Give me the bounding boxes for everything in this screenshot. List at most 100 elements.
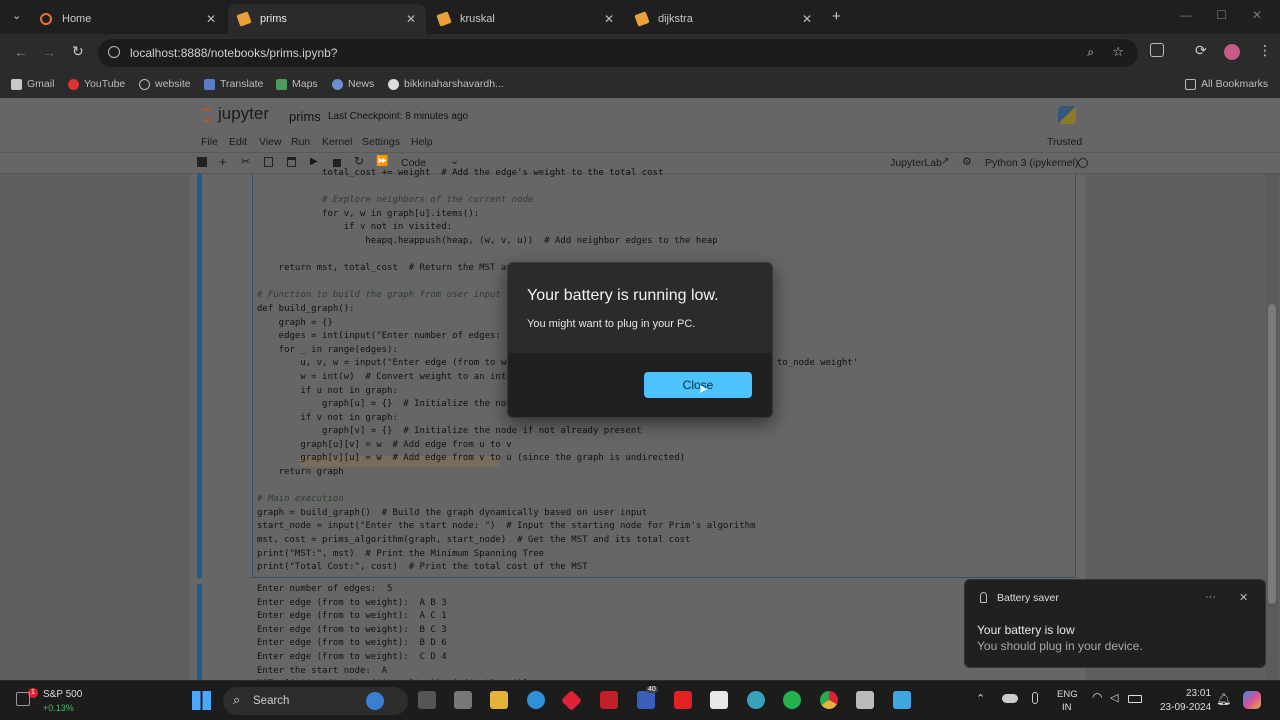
bookmarks-bar: Gmail YouTube website Translate Maps New… bbox=[0, 72, 1280, 98]
reload-icon[interactable]: ↻ bbox=[72, 43, 84, 60]
store-icon[interactable] bbox=[454, 691, 472, 709]
save-icon[interactable] bbox=[197, 157, 207, 167]
chrome-icon[interactable] bbox=[820, 691, 838, 709]
start-icon[interactable] bbox=[192, 691, 211, 710]
battery-icon[interactable] bbox=[1128, 695, 1142, 703]
toast-close-icon[interactable]: ✕ bbox=[1239, 591, 1248, 604]
restart-icon[interactable]: ↻ bbox=[354, 154, 364, 168]
all-bookmarks[interactable]: All Bookmarks bbox=[1185, 78, 1268, 90]
jupyter-tab-icon bbox=[40, 13, 52, 25]
window-close-icon[interactable]: ✕ bbox=[1252, 8, 1262, 22]
notebook-name[interactable]: prims bbox=[289, 109, 321, 124]
app-teal-icon[interactable] bbox=[747, 691, 765, 709]
chevron-down-icon[interactable]: ⌄ bbox=[450, 154, 459, 167]
cell-active-bar[interactable] bbox=[197, 174, 202, 578]
app-gray-icon[interactable] bbox=[856, 691, 874, 709]
file-explorer-icon[interactable] bbox=[490, 691, 508, 709]
tab-close-icon[interactable]: ✕ bbox=[604, 12, 614, 26]
code-line: return graph bbox=[257, 467, 344, 478]
menu-edit[interactable]: Edit bbox=[229, 136, 247, 148]
edge-icon[interactable] bbox=[527, 691, 545, 709]
minimize-icon[interactable]: — bbox=[1180, 8, 1192, 22]
volume-icon[interactable]: ◁ bbox=[1110, 691, 1118, 704]
back-icon[interactable]: ← bbox=[14, 44, 28, 60]
taskbar-search[interactable]: ⌕ Search bbox=[223, 687, 408, 715]
tab-prims[interactable]: prims ✕ bbox=[228, 4, 426, 34]
bookmark-website[interactable]: website bbox=[139, 78, 191, 90]
trusted-badge[interactable]: Trusted bbox=[1047, 136, 1082, 148]
zoom-icon[interactable]: ⌕ bbox=[1087, 45, 1094, 60]
menu-settings[interactable]: Settings bbox=[362, 136, 400, 148]
clock-time[interactable]: 23:01 bbox=[1186, 688, 1211, 699]
bookmark-news[interactable]: News bbox=[332, 78, 374, 90]
app-red-diamond-icon[interactable] bbox=[560, 689, 583, 712]
bookmark-translate[interactable]: Translate bbox=[204, 78, 263, 90]
bookmark-gmail[interactable]: Gmail bbox=[11, 78, 54, 90]
copilot-icon[interactable] bbox=[1243, 691, 1261, 709]
toast-more-icon[interactable]: ··· bbox=[1205, 591, 1216, 603]
toast-body: You should plug in your device. bbox=[977, 639, 1143, 653]
bookmark-label: Gmail bbox=[27, 78, 55, 90]
jupyterlab-link[interactable]: JupyterLab bbox=[890, 157, 942, 169]
tab-list-chevron-icon[interactable]: ⌄ bbox=[12, 9, 21, 22]
cut-icon[interactable]: ✂ bbox=[241, 155, 250, 168]
app-blue-icon[interactable] bbox=[893, 691, 911, 709]
extensions-icon[interactable] bbox=[1150, 43, 1164, 57]
new-tab-icon[interactable]: + bbox=[832, 8, 841, 25]
scrollbar-thumb[interactable] bbox=[1268, 304, 1276, 604]
tab-close-icon[interactable]: ✕ bbox=[406, 12, 416, 26]
tab-close-icon[interactable]: ✕ bbox=[802, 12, 812, 26]
output-active-bar[interactable] bbox=[197, 584, 202, 680]
clock-date[interactable]: 23-09-2024 bbox=[1160, 702, 1211, 713]
page-scrollbar[interactable] bbox=[1266, 174, 1278, 680]
kernel-name[interactable]: Python 3 (ipykernel) bbox=[985, 157, 1078, 169]
notification-bell-icon[interactable]: 🔔︎ bbox=[1216, 692, 1231, 706]
microphone-icon[interactable] bbox=[1032, 692, 1038, 704]
maximize-icon[interactable]: ☐ bbox=[1216, 8, 1227, 22]
bookmark-maps[interactable]: Maps bbox=[276, 78, 318, 90]
menu-view[interactable]: View bbox=[259, 136, 282, 148]
menu-run[interactable]: Run bbox=[291, 136, 310, 148]
task-view-icon[interactable] bbox=[418, 691, 436, 709]
url-bar[interactable]: localhost:8888/notebooks/prims.ipynb? ⌕ … bbox=[98, 39, 1138, 67]
tab-close-icon[interactable]: ✕ bbox=[206, 12, 216, 26]
menu-help[interactable]: Help bbox=[411, 136, 433, 148]
menu-kernel[interactable]: Kernel bbox=[322, 136, 352, 148]
copy-icon[interactable] bbox=[264, 157, 273, 167]
sync-icon[interactable]: ⟳ bbox=[1195, 42, 1207, 59]
gear-icon[interactable]: ⚙ bbox=[962, 155, 972, 168]
menu-file[interactable]: File bbox=[201, 136, 218, 148]
bookmark-star-icon[interactable]: ☆ bbox=[1112, 44, 1124, 60]
bookmark-youtube[interactable]: YouTube bbox=[68, 78, 125, 90]
browser-menu-icon[interactable]: ⋮ bbox=[1258, 42, 1272, 59]
output-line: Enter number of edges: 5 bbox=[257, 584, 393, 594]
forward-icon[interactable]: → bbox=[42, 44, 56, 60]
run-icon[interactable]: ▶ bbox=[310, 156, 318, 167]
whatsapp-icon[interactable] bbox=[783, 691, 801, 709]
github-icon bbox=[388, 78, 399, 90]
language-line1[interactable]: ENG bbox=[1057, 689, 1078, 700]
wifi-icon[interactable]: ◠ bbox=[1092, 690, 1102, 704]
profile-avatar[interactable] bbox=[1224, 44, 1240, 60]
stop-icon[interactable] bbox=[333, 159, 341, 167]
show-hidden-icons[interactable]: ⌃ bbox=[976, 692, 985, 705]
tab-kruskal[interactable]: kruskal ✕ bbox=[428, 4, 624, 34]
jupyter-logo-text[interactable]: jupyter bbox=[218, 104, 269, 124]
battery-saver-toast[interactable]: Battery saver ··· ✕ Your battery is low … bbox=[964, 579, 1266, 668]
amazon-icon[interactable] bbox=[710, 691, 728, 709]
mcafee-icon[interactable] bbox=[600, 691, 618, 709]
app-badge-icon[interactable] bbox=[637, 691, 655, 709]
stock-name[interactable]: S&P 500 bbox=[43, 689, 82, 700]
fast-forward-icon[interactable]: ⏩ bbox=[376, 156, 388, 167]
bookmark-github[interactable]: bikkinaharshavardh... bbox=[388, 78, 504, 90]
youtube-app-icon[interactable] bbox=[674, 691, 692, 709]
add-cell-icon[interactable]: + bbox=[219, 154, 227, 169]
site-info-icon[interactable] bbox=[108, 46, 120, 58]
toast-app-name: Battery saver bbox=[997, 592, 1059, 604]
tab-home[interactable]: Home ✕ bbox=[30, 4, 226, 34]
onedrive-icon[interactable] bbox=[1002, 694, 1018, 703]
tab-dijkstra[interactable]: dijkstra ✕ bbox=[626, 4, 822, 34]
stock-chart-icon[interactable] bbox=[16, 692, 30, 706]
paste-icon[interactable] bbox=[287, 157, 296, 167]
